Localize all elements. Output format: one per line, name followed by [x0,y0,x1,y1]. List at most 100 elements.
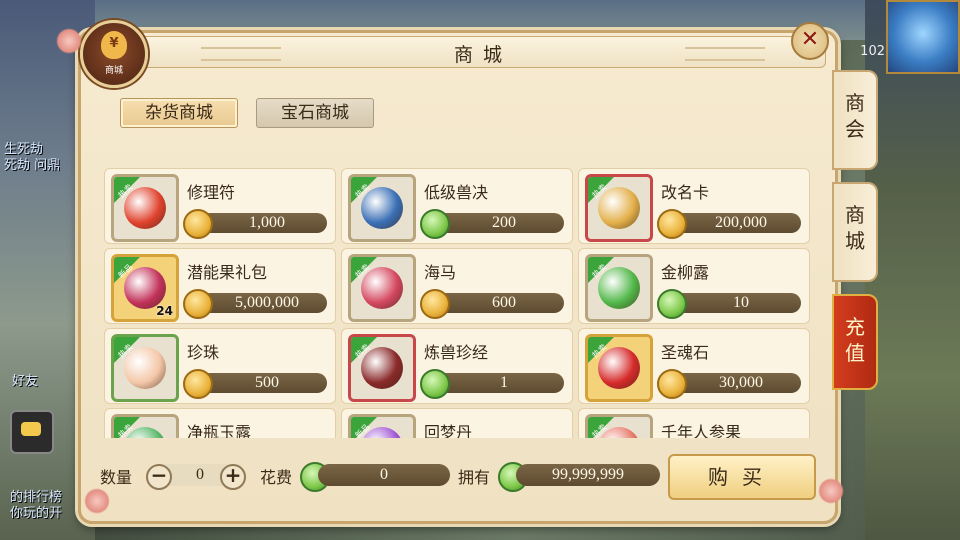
item-card[interactable]: 热卖 金柳露 10 [578,248,810,324]
side-tab-label: 商会 [845,91,865,141]
item-price: 500 [255,374,279,391]
price-bar: 200,000 [667,213,801,233]
tab-gem-store[interactable]: 宝石商城 [256,98,374,128]
money-bag-icon: ¥ [101,31,127,59]
side-tab-label: 充值 [845,315,865,365]
jade-currency-icon [420,209,450,239]
item-price: 30,000 [719,374,763,391]
item-card[interactable]: 热卖 炼兽珍经 1 [341,328,573,404]
item-icon-frame: 热卖 [585,174,653,242]
price-bar: 500 [193,373,327,393]
item-price: 1,000 [249,214,285,231]
item-card[interactable]: 热卖 修理符 1,000 [104,168,336,244]
item-name: 潜能果礼包 [187,263,268,282]
price-bar: 1 [430,373,564,393]
item-price: 200 [492,214,516,231]
item-grid[interactable]: 热卖 修理符 1,000 热卖 低级兽决 200 热卖 改名卡 200,000 新品 24 潜能果礼包… [98,164,814,438]
item-icon-frame: 热卖 [111,414,179,438]
item-icon-frame: 热卖 [585,334,653,402]
jade-currency-icon [657,289,687,319]
item-card[interactable]: 热卖 千年人参果 [578,408,810,438]
item-price: 1 [500,374,508,391]
price-bar: 30,000 [667,373,801,393]
item-name: 千年人参果 [661,423,742,438]
item-price: 600 [492,294,516,311]
item-icon-frame: 热卖 [348,334,416,402]
plus-icon: + [224,463,242,487]
item-name: 圣魂石 [661,343,710,362]
item-card[interactable]: 新品 24 潜能果礼包 5,000,000 [104,248,336,324]
friends-label[interactable]: 好友 [12,370,38,389]
chat-icon[interactable] [10,410,54,454]
item-name: 炼兽珍经 [424,343,489,362]
item-card[interactable]: 热卖 圣魂石 30,000 [578,328,810,404]
item-icon-frame: 新品 24 [111,254,179,322]
jade-currency-icon [420,369,450,399]
price-bar: 200 [430,213,564,233]
chat-line: 你玩的开 [10,506,63,521]
close-icon: ✕ [800,27,820,52]
game-scene-right [865,0,960,540]
price-bar: 600 [430,293,564,313]
own-label: 拥有 [458,468,491,487]
gold-coin-icon [183,369,213,399]
item-card[interactable]: 热卖 海马 600 [341,248,573,324]
gold-coin-icon [420,289,450,319]
cost-label: 花费 [260,468,293,487]
minus-icon: − [150,463,168,487]
quantity-label: 数量 [100,468,133,487]
item-icon-frame: 热卖 [348,254,416,322]
price-bar: 5,000,000 [193,293,327,313]
flower-decoration [818,478,844,504]
side-tab-recharge[interactable]: 充值 [832,294,878,390]
player-portrait[interactable] [886,0,960,74]
item-icon-frame: 热卖 [111,174,179,242]
cost-value: 0 [318,464,450,486]
item-card[interactable]: 热卖 改名卡 200,000 [578,168,810,244]
item-price: 5,000,000 [235,294,299,311]
flower-decoration [56,28,82,54]
scene-text: 死劫 问鼎 [4,158,61,173]
item-name: 回梦丹 [424,423,473,438]
item-price: 200,000 [715,214,767,231]
gold-coin-icon [183,289,213,319]
item-name: 金柳露 [661,263,710,282]
increase-button[interactable]: + [220,463,246,490]
item-name: 珍珠 [187,343,220,362]
side-tab-guild-shop[interactable]: 商会 [832,70,878,170]
item-icon-frame: 热卖 [585,254,653,322]
title-ornament [685,47,765,61]
title-bar: 商城 [140,36,826,68]
item-name: 修理符 [187,183,236,202]
item-card[interactable]: 热卖 珍珠 500 [104,328,336,404]
close-button[interactable]: ✕ [791,22,829,60]
item-quantity: 24 [156,304,173,318]
item-icon-frame: 热卖 [111,334,179,402]
item-card[interactable]: 新品 回梦丹 [341,408,573,438]
item-name: 海马 [424,263,457,282]
item-card[interactable]: 热卖 净瓶玉露 [104,408,336,438]
owned-value: 99,999,999 [516,464,660,486]
tab-general-store[interactable]: 杂货商城 [120,98,238,128]
side-tab-label: 商城 [845,203,865,253]
decrease-button[interactable]: − [146,463,172,490]
badge-label: 商城 [104,66,123,76]
item-name: 净瓶玉露 [187,423,252,438]
item-price: 10 [733,294,749,311]
item-icon-frame: 新品 [348,414,416,438]
item-name: 低级兽决 [424,183,489,202]
price-bar: 1,000 [193,213,327,233]
purchase-bar: 数量 0 − + 花费 0 拥有 99,999,999 购买 [98,452,816,500]
buy-button[interactable]: 购买 [668,454,816,500]
price-bar: 10 [667,293,801,313]
item-name: 改名卡 [661,183,710,202]
item-card[interactable]: 热卖 低级兽决 200 [341,168,573,244]
player-level: 102 [860,44,885,59]
item-icon-frame: 热卖 [585,414,653,438]
shop-badge: ¥ 商城 [80,20,148,88]
item-icon-frame: 热卖 [348,174,416,242]
side-tab-mall[interactable]: 商城 [832,182,878,282]
gold-coin-icon [657,369,687,399]
gold-coin-icon [657,209,687,239]
gold-coin-icon [183,209,213,239]
